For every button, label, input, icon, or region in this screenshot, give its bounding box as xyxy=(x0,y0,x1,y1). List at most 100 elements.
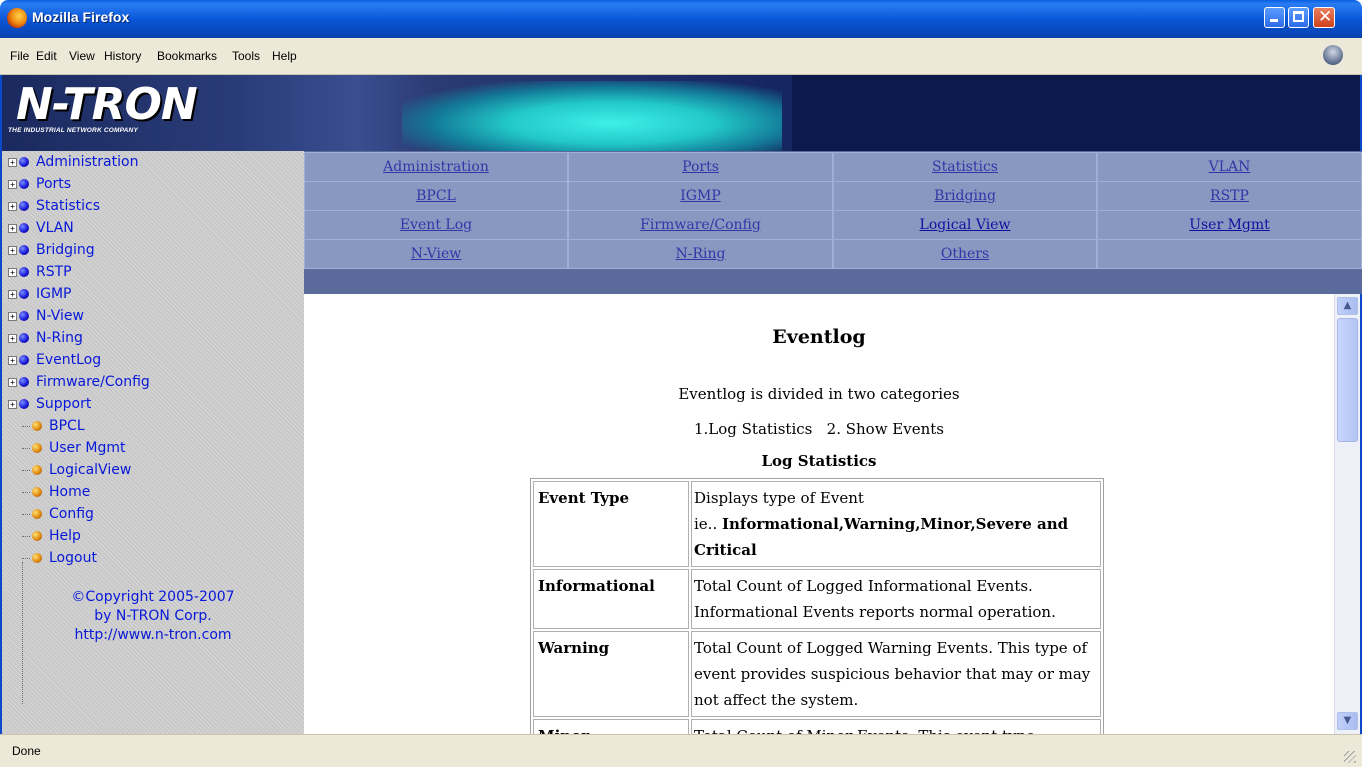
sidebar-item-label: Ports xyxy=(36,176,72,192)
sidebar-item-label: EventLog xyxy=(36,352,102,368)
nav-link-label: VLAN xyxy=(1208,159,1251,175)
blue-ball-icon xyxy=(19,223,29,233)
nav-link-statistics[interactable]: Statistics xyxy=(833,152,1097,182)
sidebar-item-label: Logout xyxy=(49,550,97,566)
sidebar-item[interactable]: BPCL xyxy=(22,415,85,437)
nav-link-label: N-Ring xyxy=(675,246,726,262)
table-row: Warning Total Count of Logged Warning Ev… xyxy=(533,631,1101,717)
resize-grip-icon[interactable] xyxy=(1344,751,1356,763)
scroll-down-icon[interactable]: ▼ xyxy=(1337,712,1358,730)
nav-link-label: BPCL xyxy=(416,188,456,204)
expand-icon[interactable]: + xyxy=(8,223,17,233)
orange-ball-icon xyxy=(32,553,42,563)
intro-text: Eventlog is divided in two categories xyxy=(678,385,960,403)
table-row: Event Type Displays type of Event ie.. In… xyxy=(533,481,1101,567)
nav-link-label: Firmware/Config xyxy=(640,217,761,233)
table-row: Minor Total Count of Minor Events. This … xyxy=(533,719,1101,734)
expand-icon[interactable]: + xyxy=(8,399,17,409)
vertical-scrollbar[interactable]: ▲ ▼ xyxy=(1334,294,1360,734)
menu-bookmarks[interactable]: Bookmarks xyxy=(157,49,217,63)
copyright-line1: ©Copyright 2005-2007 xyxy=(71,589,235,605)
page-title: Eventlog xyxy=(772,326,866,348)
row-desc: Displays type of Event ie.. Informational… xyxy=(691,481,1101,567)
copyright-url[interactable]: http://www.n-tron.com xyxy=(2,626,304,645)
orange-ball-icon xyxy=(32,531,42,541)
menu-tools[interactable]: Tools xyxy=(232,49,260,63)
expand-icon[interactable]: + xyxy=(8,377,17,387)
maximize-button[interactable] xyxy=(1288,7,1309,28)
window-title: Mozilla Firefox xyxy=(32,9,130,25)
sidebar-item[interactable]: Config xyxy=(22,503,94,525)
status-bar: Done xyxy=(0,734,1362,767)
sidebar-item[interactable]: + EventLog xyxy=(8,349,101,371)
menu-history[interactable]: History xyxy=(104,49,141,63)
sidebar-item[interactable]: Logout xyxy=(22,547,97,569)
expand-icon[interactable]: + xyxy=(8,267,17,277)
row-desc-prefix: ie.. xyxy=(694,515,722,533)
expand-icon[interactable]: + xyxy=(8,355,17,365)
sidebar-item[interactable]: + VLAN xyxy=(8,217,74,239)
close-button[interactable]: ✕ xyxy=(1313,7,1335,28)
banner: N-TRON THE INDUSTRIAL NETWORK COMPANY xyxy=(2,75,1360,151)
sidebar-item[interactable]: Home xyxy=(22,481,90,503)
scrollbar-thumb[interactable] xyxy=(1337,318,1358,442)
expand-icon[interactable]: + xyxy=(8,333,17,343)
sidebar-item-label: N-Ring xyxy=(36,330,83,346)
minimize-button[interactable] xyxy=(1264,7,1285,28)
sidebar-item[interactable]: + N-View xyxy=(8,305,84,327)
sidebar-item[interactable]: + Support xyxy=(8,393,91,415)
sidebar-item[interactable]: + Ports xyxy=(8,173,71,195)
blue-ball-icon xyxy=(19,311,29,321)
nav-link-label: Logical View xyxy=(919,217,1011,233)
sidebar-item[interactable]: + Firmware/Config xyxy=(8,371,150,393)
nav-link-event-log[interactable]: Event Log xyxy=(304,210,568,240)
sidebar-item[interactable]: + IGMP xyxy=(8,283,72,305)
scroll-up-icon[interactable]: ▲ xyxy=(1337,297,1358,315)
nav-link-n-view[interactable]: N-View xyxy=(304,239,568,269)
expand-icon[interactable]: + xyxy=(8,311,17,321)
nav-link-ports[interactable]: Ports xyxy=(568,152,833,182)
expand-icon[interactable]: + xyxy=(8,289,17,299)
nav-link-user-mgmt[interactable]: User Mgmt xyxy=(1097,210,1362,240)
blue-ball-icon xyxy=(19,201,29,211)
top-nav-grid: Administration Ports Statistics VLAN BPCL IGM… xyxy=(304,151,1362,294)
nav-link-rstp[interactable]: RSTP xyxy=(1097,181,1362,211)
ntron-tagline: THE INDUSTRIAL NETWORK COMPANY xyxy=(8,127,138,134)
nav-link-logical-view[interactable]: Logical View xyxy=(833,210,1097,240)
tree-branch-line xyxy=(22,557,30,559)
sidebar-item-label: RSTP xyxy=(36,264,72,280)
sidebar-item-label: Bridging xyxy=(36,242,95,258)
expand-icon[interactable]: + xyxy=(8,245,17,255)
nav-link-others[interactable]: Others xyxy=(833,239,1097,269)
nav-link-vlan[interactable]: VLAN xyxy=(1097,152,1362,182)
row-desc: Total Count of Minor Events. This event … xyxy=(691,719,1101,734)
menu-view[interactable]: View xyxy=(69,49,95,63)
blue-ball-icon xyxy=(19,377,29,387)
nav-link-bpcl[interactable]: BPCL xyxy=(304,181,568,211)
nav-link-label: Event Log xyxy=(399,217,473,233)
log-statistics-table: Event Type Displays type of Event ie.. In… xyxy=(530,478,1104,734)
menu-edit[interactable]: Edit xyxy=(36,49,57,63)
sidebar-item[interactable]: + Administration xyxy=(8,151,138,173)
nav-link-administration[interactable]: Administration xyxy=(304,152,568,182)
sidebar-item[interactable]: User Mgmt xyxy=(22,437,125,459)
sidebar-item[interactable]: Help xyxy=(22,525,81,547)
nav-cell-empty xyxy=(1097,239,1362,269)
nav-link-bridging[interactable]: Bridging xyxy=(833,181,1097,211)
nav-link-igmp[interactable]: IGMP xyxy=(568,181,833,211)
sidebar-item[interactable]: LogicalView xyxy=(22,459,131,481)
menu-help[interactable]: Help xyxy=(272,49,297,63)
banner-graphic xyxy=(402,81,782,151)
sidebar-item[interactable]: + Bridging xyxy=(8,239,95,261)
orange-ball-icon xyxy=(32,465,42,475)
menu-file[interactable]: File xyxy=(10,49,29,63)
expand-icon[interactable]: + xyxy=(8,179,17,189)
expand-icon[interactable]: + xyxy=(8,157,17,167)
nav-link-n-ring[interactable]: N-Ring xyxy=(568,239,833,269)
nav-link-firmware-config[interactable]: Firmware/Config xyxy=(568,210,833,240)
sidebar-item[interactable]: + RSTP xyxy=(8,261,72,283)
expand-icon[interactable]: + xyxy=(8,201,17,211)
sidebar-item[interactable]: + Statistics xyxy=(8,195,100,217)
tree-branch-line xyxy=(22,535,30,537)
sidebar-item[interactable]: + N-Ring xyxy=(8,327,83,349)
